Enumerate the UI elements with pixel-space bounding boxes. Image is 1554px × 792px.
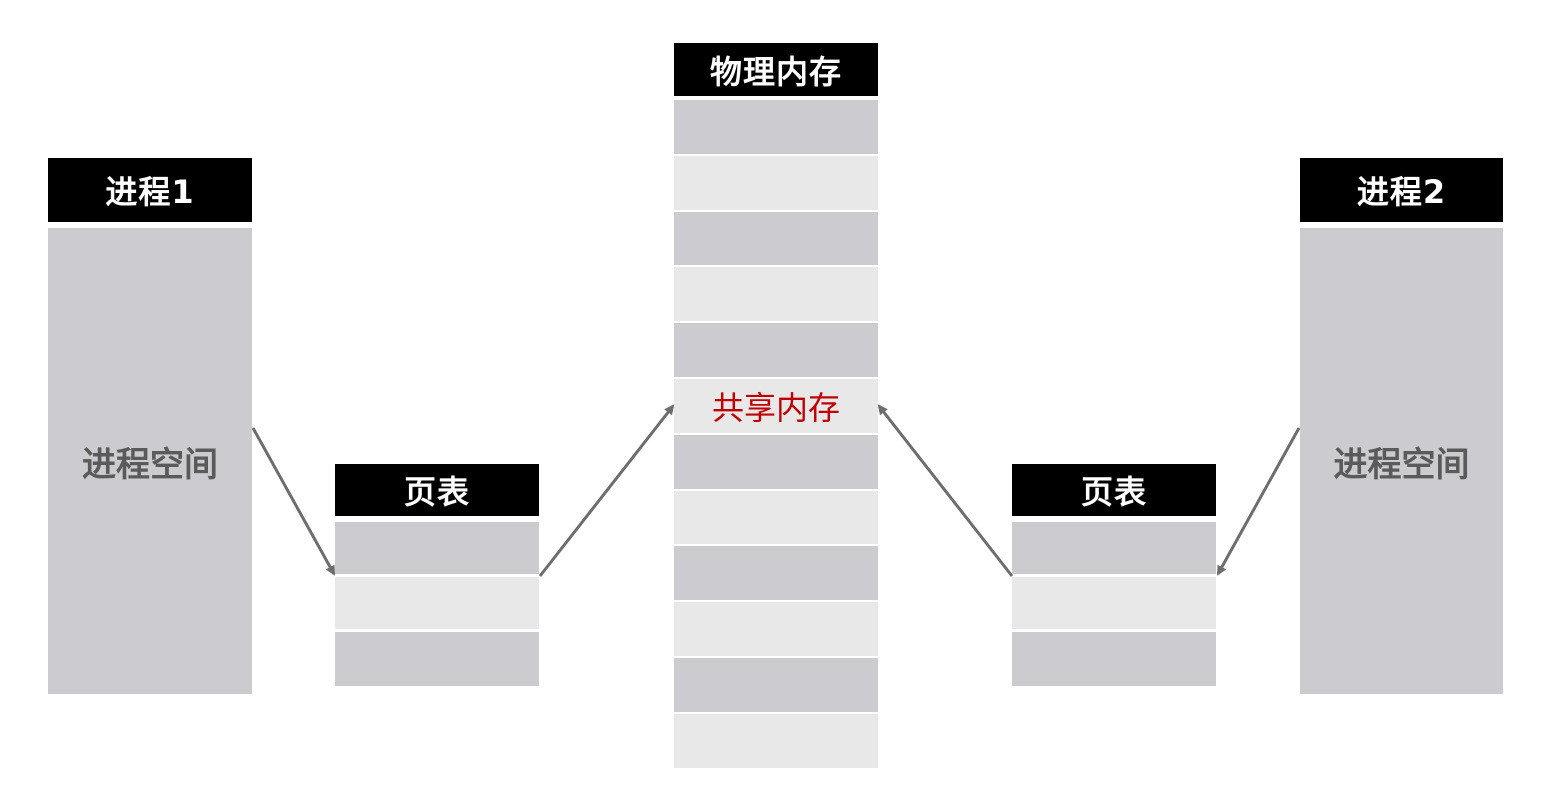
arrow-process2-to-page-table: [1216, 427, 1301, 576]
arrow-page-table-left-to-shared-memory: [538, 404, 675, 577]
mapping-arrows: [251, 404, 1301, 577]
arrow-page-table-right-to-shared-memory: [877, 404, 1014, 577]
arrow-process1-to-page-table: [251, 427, 336, 576]
